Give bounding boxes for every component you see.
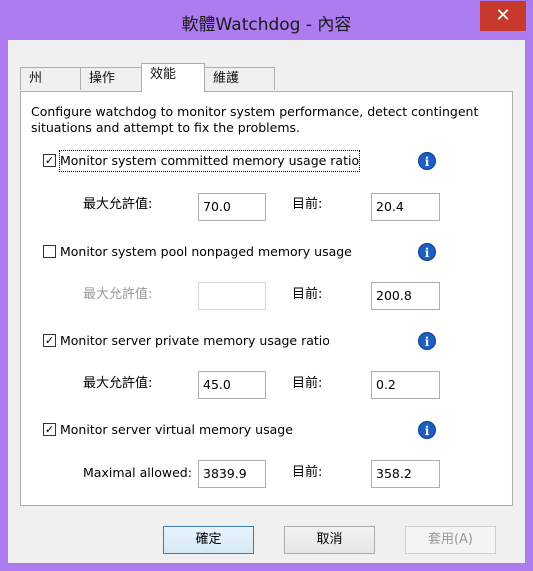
max-allowed-label: 最大允許值: bbox=[83, 287, 153, 302]
monitor-virtual-label: Monitor server virtual memory usage bbox=[60, 422, 293, 437]
info-icon[interactable]: i bbox=[418, 332, 436, 350]
info-icon[interactable]: i bbox=[418, 152, 436, 170]
current-field[interactable]: 0.2 bbox=[371, 371, 440, 399]
close-button[interactable]: ✕ bbox=[480, 1, 526, 31]
max-allowed-field[interactable]: 45.0 bbox=[198, 371, 266, 399]
checkbox-check-icon[interactable]: ✓ bbox=[43, 154, 56, 167]
info-icon[interactable]: i bbox=[418, 243, 436, 261]
checkbox-check-icon[interactable]: ✓ bbox=[43, 423, 56, 436]
max-allowed-field[interactable]: 3839.9 bbox=[198, 460, 266, 488]
current-label: 目前: bbox=[292, 376, 323, 391]
max-allowed-label: 最大允許值: bbox=[83, 376, 153, 391]
checkbox-unchecked[interactable] bbox=[43, 245, 56, 258]
window-title: 軟體Watchdog - 內容 bbox=[181, 15, 352, 35]
current-field[interactable]: 358.2 bbox=[371, 460, 440, 488]
tab-state[interactable]: 州 bbox=[20, 67, 81, 90]
properties-window: 軟體Watchdog - 內容 ✕ 州 操作 效能 維護 Configure w… bbox=[0, 0, 533, 571]
current-label: 目前: bbox=[292, 287, 323, 302]
monitor-private-label: Monitor server private memory usage rati… bbox=[60, 333, 330, 348]
current-label: 目前: bbox=[292, 465, 323, 480]
cancel-button[interactable]: 取消 bbox=[284, 526, 375, 554]
monitor-nonpaged-label: Monitor system pool nonpaged memory usag… bbox=[60, 244, 352, 259]
dialog-body: 州 操作 效能 維護 Configure watchdog to monitor… bbox=[8, 40, 525, 563]
tab-actions[interactable]: 操作 bbox=[80, 67, 142, 90]
tab-maintenance[interactable]: 維護 bbox=[204, 67, 275, 90]
apply-button[interactable]: 套用(A) bbox=[405, 526, 496, 554]
max-allowed-field[interactable]: 70.0 bbox=[198, 193, 266, 221]
monitor-committed-label: Monitor system committed memory usage ra… bbox=[58, 150, 361, 172]
checkbox-check-icon[interactable]: ✓ bbox=[43, 334, 56, 347]
tab-performance[interactable]: 效能 bbox=[141, 63, 205, 92]
info-icon[interactable]: i bbox=[418, 421, 436, 439]
max-allowed-field bbox=[198, 282, 266, 310]
panel-description: Configure watchdog to monitor system per… bbox=[31, 104, 479, 135]
max-allowed-label: Maximal allowed: bbox=[83, 465, 192, 480]
ok-button[interactable]: 確定 bbox=[163, 526, 254, 554]
title-bar[interactable]: 軟體Watchdog - 內容 ✕ bbox=[0, 0, 533, 40]
performance-panel: Configure watchdog to monitor system per… bbox=[20, 91, 513, 506]
current-field[interactable]: 200.8 bbox=[371, 282, 440, 310]
max-allowed-label: 最大允許值: bbox=[83, 197, 153, 212]
current-label: 目前: bbox=[292, 197, 323, 212]
current-field[interactable]: 20.4 bbox=[371, 193, 440, 221]
